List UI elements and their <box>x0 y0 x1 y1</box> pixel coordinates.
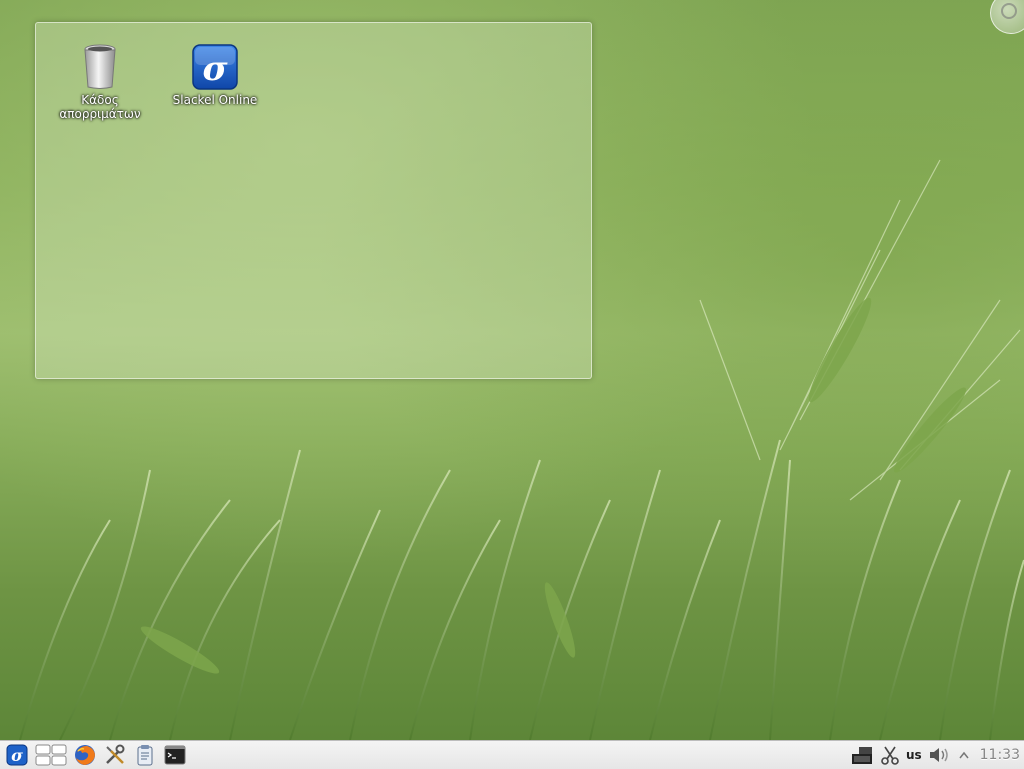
desktop[interactable]: Κάδος απορριμάτων σ Slackel Online <box>0 0 1024 740</box>
slackel-menu-icon: σ <box>6 744 28 766</box>
system-settings-launcher[interactable] <box>102 742 128 768</box>
tray-expand-button[interactable] <box>958 741 970 769</box>
scissors-icon <box>881 746 899 765</box>
trash-icon <box>76 43 124 91</box>
desktop-icon-label: Slackel Online <box>172 93 258 107</box>
firefox-launcher[interactable] <box>72 742 98 768</box>
folder-view-widget[interactable]: Κάδος απορριμάτων σ Slackel Online <box>35 22 592 379</box>
klipper-clipboard-tray[interactable] <box>880 741 900 769</box>
terminal-launcher[interactable] <box>162 742 188 768</box>
desktop-icon-trash[interactable]: Κάδος απορριμάτων <box>52 43 148 121</box>
clipboard-launcher[interactable] <box>132 742 158 768</box>
terminal-icon <box>164 745 186 765</box>
taskbar-panel: σ us 11:33 <box>0 740 1024 769</box>
firefox-icon <box>75 745 95 765</box>
volume-control[interactable] <box>928 741 952 769</box>
digital-clock[interactable]: 11:33 <box>980 741 1020 769</box>
desktop-icon-slackel-online[interactable]: σ Slackel Online <box>167 43 263 107</box>
svg-text:σ: σ <box>202 49 228 89</box>
keyboard-layout-indicator[interactable]: us <box>906 741 922 769</box>
desktop-icon-label: Κάδος απορριμάτων <box>59 93 141 121</box>
system-tray: us 11:33 <box>844 741 1024 769</box>
settings-tools-icon <box>106 744 125 764</box>
network-indicator[interactable] <box>850 741 874 769</box>
clipboard-icon <box>137 745 153 766</box>
virtual-desktop-pager[interactable] <box>34 742 68 768</box>
pager-icon <box>35 744 67 766</box>
toolbox-icon <box>1001 3 1017 19</box>
application-launcher-button[interactable]: σ <box>4 742 30 768</box>
slackel-icon: σ <box>191 43 239 91</box>
svg-text:σ: σ <box>11 746 23 765</box>
chevron-up-icon <box>959 751 969 759</box>
network-icon <box>851 747 872 764</box>
speaker-icon <box>929 748 948 762</box>
